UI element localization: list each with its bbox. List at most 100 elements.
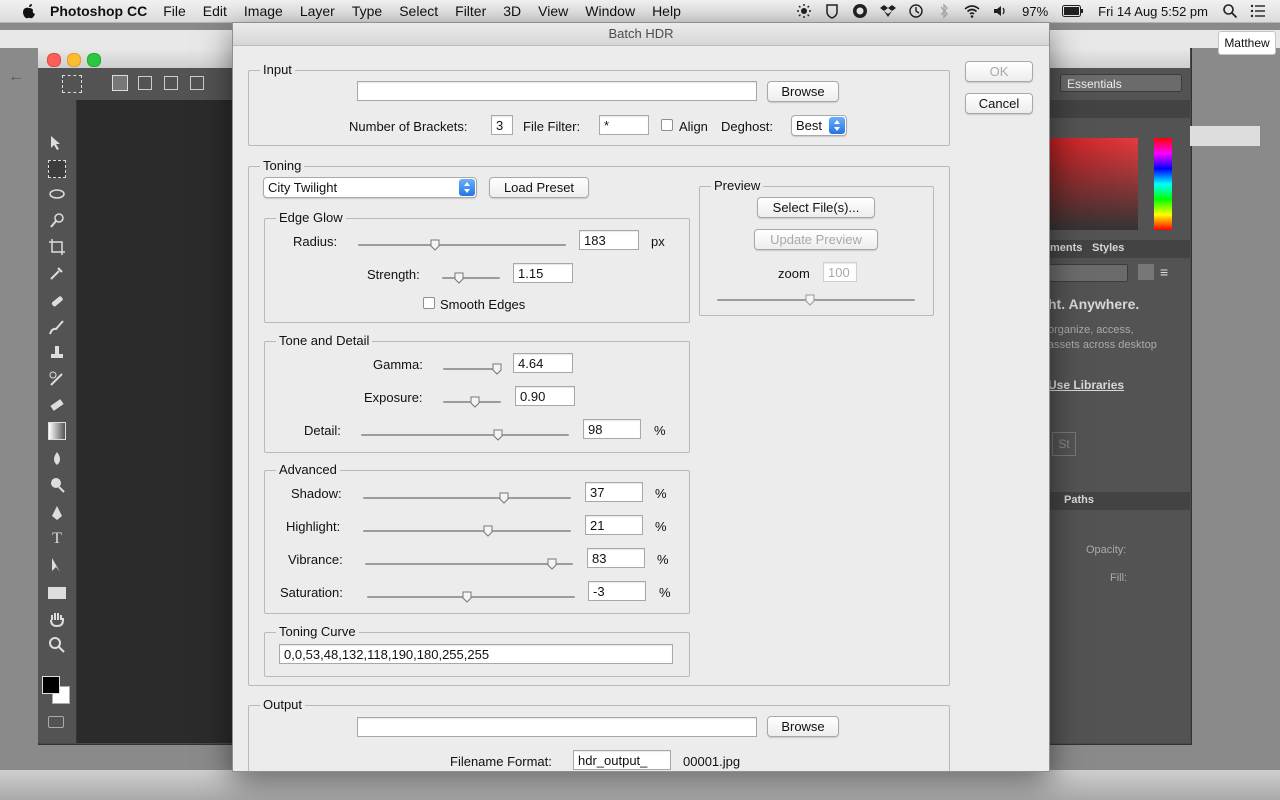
exposure-field[interactable]: 0.90 xyxy=(515,386,575,406)
path-selection-tool-icon[interactable] xyxy=(48,556,66,574)
output-browse-button[interactable]: Browse xyxy=(767,716,839,737)
detail-field[interactable]: 98 xyxy=(583,419,641,439)
intersect-selection-icon[interactable] xyxy=(190,76,204,90)
deghost-select[interactable]: Best xyxy=(791,115,847,136)
move-tool-icon[interactable] xyxy=(48,134,66,152)
volume-icon[interactable] xyxy=(992,3,1008,19)
menu-select[interactable]: Select xyxy=(399,3,438,19)
user-name-button[interactable]: Matthew xyxy=(1218,31,1276,55)
filename-field[interactable]: hdr_output_ xyxy=(573,750,671,770)
menu-app-name[interactable]: Photoshop CC xyxy=(50,3,147,19)
use-libraries-link[interactable]: Use Libraries xyxy=(1048,378,1124,392)
slider-thumb-icon[interactable] xyxy=(805,294,815,306)
list-view-icon[interactable]: ≡ xyxy=(1160,264,1176,280)
bluetooth-icon[interactable] xyxy=(936,3,952,19)
healing-brush-tool-icon[interactable] xyxy=(48,292,66,310)
ok-button[interactable]: OK xyxy=(965,61,1033,82)
battery-icon[interactable] xyxy=(1062,3,1084,19)
back-arrow-icon[interactable]: ← xyxy=(8,68,24,86)
history-brush-tool-icon[interactable] xyxy=(48,370,66,388)
radius-slider[interactable] xyxy=(358,239,566,251)
menu-type[interactable]: Type xyxy=(352,3,382,19)
minimize-window-button[interactable] xyxy=(67,53,81,67)
add-selection-icon[interactable] xyxy=(138,76,152,90)
type-tool-icon[interactable]: T xyxy=(48,530,66,548)
crop-tool-icon[interactable] xyxy=(48,238,66,256)
saturation-slider[interactable] xyxy=(367,591,575,603)
slider-thumb-icon[interactable] xyxy=(462,591,472,603)
load-preset-button[interactable]: Load Preset xyxy=(489,177,589,198)
zoom-tool-icon[interactable] xyxy=(48,636,66,654)
slider-thumb-icon[interactable] xyxy=(470,396,480,408)
zoom-field[interactable]: 100 xyxy=(823,262,857,282)
brightness-icon[interactable] xyxy=(796,3,812,19)
quick-mask-icon[interactable] xyxy=(48,716,64,728)
slider-thumb-icon[interactable] xyxy=(499,492,509,504)
menu-layer[interactable]: Layer xyxy=(300,3,335,19)
vibrance-field[interactable]: 83 xyxy=(587,548,645,568)
slider-thumb-icon[interactable] xyxy=(492,363,502,375)
pen-tool-icon[interactable] xyxy=(48,504,66,522)
slider-thumb-icon[interactable] xyxy=(547,558,557,570)
eraser-tool-icon[interactable] xyxy=(48,396,66,414)
exposure-slider[interactable] xyxy=(443,396,501,408)
blur-tool-icon[interactable] xyxy=(48,450,66,468)
hue-slider[interactable] xyxy=(1154,138,1172,230)
lasso-tool-icon[interactable] xyxy=(48,186,66,204)
stock-icon[interactable]: St xyxy=(1052,432,1076,456)
hand-tool-icon[interactable] xyxy=(48,610,66,628)
dropbox-icon[interactable] xyxy=(880,3,897,19)
detail-slider[interactable] xyxy=(361,429,569,441)
shadow-slider[interactable] xyxy=(363,492,571,504)
highlight-field[interactable]: 21 xyxy=(585,515,643,535)
menu-image[interactable]: Image xyxy=(244,3,283,19)
time-machine-icon[interactable] xyxy=(908,3,924,19)
gamma-field[interactable]: 4.64 xyxy=(513,353,573,373)
output-path-field[interactable] xyxy=(357,717,757,737)
slider-thumb-icon[interactable] xyxy=(493,429,503,441)
file-filter-field[interactable]: * xyxy=(599,115,649,135)
wifi-icon[interactable] xyxy=(964,3,980,19)
clone-stamp-tool-icon[interactable] xyxy=(48,344,66,362)
rectangular-marquee-tool-icon[interactable] xyxy=(48,160,66,178)
cancel-button[interactable]: Cancel xyxy=(965,93,1033,114)
brush-tool-icon[interactable] xyxy=(48,318,66,336)
slider-thumb-icon[interactable] xyxy=(430,239,440,251)
rectangle-tool-icon[interactable] xyxy=(48,587,66,599)
eyedropper-tool-icon[interactable] xyxy=(48,264,66,282)
dodge-tool-icon[interactable] xyxy=(48,476,66,494)
clock[interactable]: Fri 14 Aug 5:52 pm xyxy=(1098,4,1208,19)
align-checkbox[interactable] xyxy=(661,119,673,131)
apple-menu-icon[interactable] xyxy=(20,2,38,20)
creative-cloud-icon[interactable] xyxy=(852,3,868,19)
update-preview-button[interactable]: Update Preview xyxy=(754,229,878,250)
strength-field[interactable]: 1.15 xyxy=(513,263,573,283)
select-files-button[interactable]: Select File(s)... xyxy=(757,197,875,218)
highlight-slider[interactable] xyxy=(363,525,571,537)
new-selection-icon[interactable] xyxy=(112,75,128,91)
shadow-field[interactable]: 37 xyxy=(585,482,643,502)
toning-curve-field[interactable]: 0,0,53,48,132,118,190,180,255,255 xyxy=(279,644,673,664)
input-path-field[interactable] xyxy=(357,81,757,101)
slider-thumb-icon[interactable] xyxy=(483,525,493,537)
menu-window[interactable]: Window xyxy=(585,3,635,19)
menu-edit[interactable]: Edit xyxy=(203,3,227,19)
grid-view-icon[interactable] xyxy=(1138,264,1154,280)
input-browse-button[interactable]: Browse xyxy=(767,81,839,102)
library-select[interactable] xyxy=(1048,264,1128,282)
close-window-button[interactable] xyxy=(47,53,61,67)
notification-center-icon[interactable] xyxy=(1250,3,1266,19)
menu-help[interactable]: Help xyxy=(652,3,681,19)
vibrance-slider[interactable] xyxy=(365,558,573,570)
saturation-field[interactable]: -3 xyxy=(588,581,646,601)
radius-field[interactable]: 183 xyxy=(579,230,639,250)
menu-filter[interactable]: Filter xyxy=(455,3,486,19)
spotlight-search-icon[interactable] xyxy=(1222,3,1238,19)
subtract-selection-icon[interactable] xyxy=(164,76,178,90)
brackets-field[interactable]: 3 xyxy=(491,115,513,135)
search-field[interactable] xyxy=(1190,126,1260,146)
menu-view[interactable]: View xyxy=(538,3,568,19)
shield-icon[interactable] xyxy=(824,3,840,19)
marquee-icon[interactable] xyxy=(62,75,82,93)
menu-3d[interactable]: 3D xyxy=(503,3,521,19)
